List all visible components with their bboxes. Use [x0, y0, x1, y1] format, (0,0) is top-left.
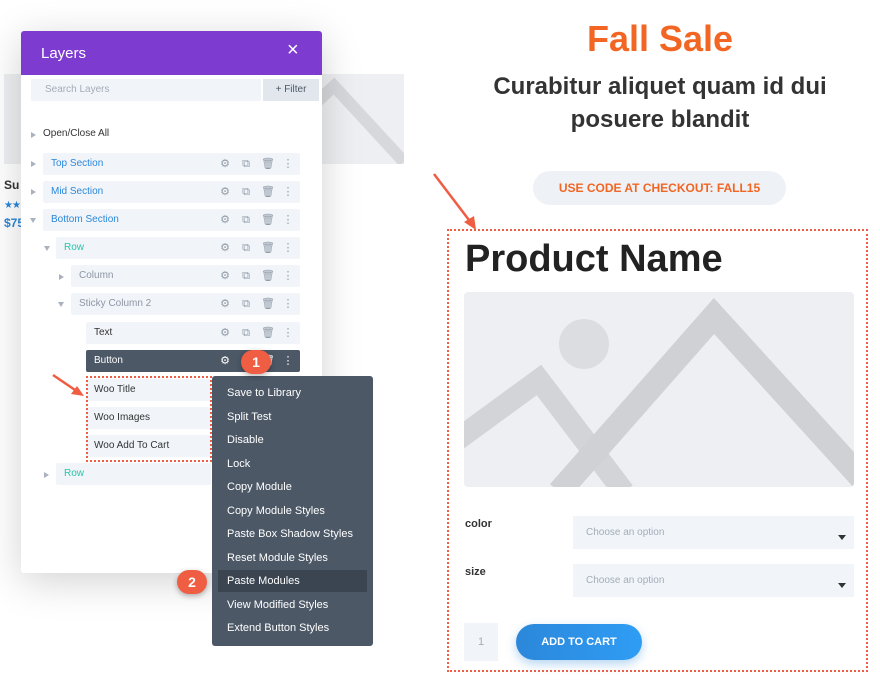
- trash-icon[interactable]: 🗑: [261, 265, 275, 287]
- chevron-down-icon: [838, 535, 846, 540]
- more-icon[interactable]: ⋮: [282, 293, 294, 315]
- gear-icon[interactable]: ⚙: [219, 265, 231, 287]
- trash-icon[interactable]: 🗑: [261, 209, 275, 231]
- gear-icon[interactable]: ⚙: [219, 153, 231, 175]
- size-select-placeholder: Choose an option: [586, 575, 665, 586]
- layer-mid-section[interactable]: Mid Section ⚙ ⧉ 🗑 ⋮: [43, 181, 300, 203]
- layer-label: Text: [94, 327, 113, 338]
- sale-subheadline: Curabitur aliquet quam id dui posuere bl…: [493, 73, 827, 133]
- product-image-placeholder: [464, 292, 854, 487]
- trash-icon[interactable]: 🗑: [261, 237, 275, 259]
- color-label: color: [465, 518, 492, 530]
- mountain-image-icon: [464, 298, 854, 487]
- menu-item-copy-module-styles[interactable]: Copy Module Styles: [218, 500, 367, 522]
- layers-panel-header: Layers ×: [21, 31, 322, 75]
- layer-row-2[interactable]: Row: [56, 463, 211, 485]
- gear-icon[interactable]: ⚙: [219, 322, 231, 344]
- layer-top-section[interactable]: Top Section ⚙ ⧉ 🗑 ⋮: [43, 153, 300, 175]
- background-rating-stars: ★★: [4, 200, 21, 211]
- expand-triangle-icon[interactable]: [59, 274, 64, 280]
- more-icon[interactable]: ⋮: [282, 322, 294, 344]
- add-to-cart-button[interactable]: ADD TO CART: [516, 624, 642, 660]
- duplicate-icon[interactable]: ⧉: [240, 293, 252, 315]
- collapse-triangle-icon[interactable]: [30, 218, 36, 223]
- context-menu: Save to Library Split Test Disable Lock …: [212, 376, 373, 646]
- layer-sticky-column-2[interactable]: Sticky Column 2 ⚙ ⧉ 🗑 ⋮: [71, 293, 300, 315]
- trash-icon[interactable]: 🗑: [261, 293, 275, 315]
- layer-bottom-section[interactable]: Bottom Section ⚙ ⧉ 🗑 ⋮: [43, 209, 300, 231]
- chevron-down-icon: [838, 583, 846, 588]
- color-select[interactable]: Choose an option: [573, 516, 854, 549]
- expand-triangle-icon[interactable]: [31, 161, 36, 167]
- trash-icon[interactable]: 🗑: [261, 153, 275, 175]
- menu-item-lock[interactable]: Lock: [218, 453, 367, 475]
- menu-item-split-test[interactable]: Split Test: [218, 406, 367, 428]
- step-2-badge: 2: [177, 570, 207, 594]
- layers-panel-title: Layers: [41, 45, 87, 62]
- background-product-title: Su: [4, 178, 20, 192]
- filter-button[interactable]: + Filter: [263, 79, 319, 101]
- size-label: size: [465, 566, 486, 578]
- layer-label: Mid Section: [51, 186, 104, 197]
- color-select-placeholder: Choose an option: [586, 527, 665, 538]
- layer-column[interactable]: Column ⚙ ⧉ 🗑 ⋮: [71, 265, 300, 287]
- layer-label: Button: [94, 355, 123, 366]
- menu-item-paste-modules[interactable]: Paste Modules: [218, 570, 367, 592]
- expand-triangle-icon[interactable]: [31, 189, 36, 195]
- duplicate-icon[interactable]: ⧉: [240, 322, 252, 344]
- gear-icon[interactable]: ⚙: [219, 237, 231, 259]
- more-icon[interactable]: ⋮: [282, 350, 294, 372]
- annotation-arrow-icon: [52, 373, 84, 396]
- more-icon[interactable]: ⋮: [282, 209, 294, 231]
- size-select[interactable]: Choose an option: [573, 564, 854, 597]
- layer-label: Column: [79, 270, 114, 281]
- duplicate-icon[interactable]: ⧉: [240, 209, 252, 231]
- open-close-all[interactable]: Open/Close All: [43, 128, 109, 139]
- more-icon[interactable]: ⋮: [282, 181, 294, 203]
- step-1-badge: 1: [241, 350, 271, 374]
- layer-row[interactable]: Row ⚙ ⧉ 🗑 ⋮: [56, 237, 300, 259]
- woo-modules-highlight-box: [86, 376, 212, 462]
- annotation-arrow-icon: [433, 173, 476, 230]
- trash-icon[interactable]: 🗑: [261, 322, 275, 344]
- search-layers-input[interactable]: Search Layers: [31, 79, 261, 101]
- sale-headline: Fall Sale: [586, 18, 734, 59]
- gear-icon[interactable]: ⚙: [219, 293, 231, 315]
- collapse-triangle-icon[interactable]: [58, 302, 64, 307]
- menu-item-view-modified-styles[interactable]: View Modified Styles: [218, 594, 367, 616]
- layer-label: Bottom Section: [51, 214, 119, 225]
- menu-item-disable[interactable]: Disable: [218, 429, 367, 451]
- expand-triangle-icon[interactable]: [44, 472, 49, 478]
- more-icon[interactable]: ⋮: [282, 265, 294, 287]
- duplicate-icon[interactable]: ⧉: [240, 181, 252, 203]
- layer-label: Top Section: [51, 158, 104, 169]
- layer-label: Row: [64, 468, 85, 479]
- gear-icon[interactable]: ⚙: [219, 209, 231, 231]
- more-icon[interactable]: ⋮: [282, 237, 294, 259]
- menu-item-save-to-library[interactable]: Save to Library: [218, 382, 367, 404]
- more-icon[interactable]: ⋮: [282, 153, 294, 175]
- trash-icon[interactable]: 🗑: [261, 181, 275, 203]
- layer-label: Sticky Column 2: [79, 298, 152, 309]
- menu-item-extend-button-styles[interactable]: Extend Button Styles: [218, 617, 367, 639]
- gear-icon[interactable]: ⚙: [219, 350, 231, 372]
- duplicate-icon[interactable]: ⧉: [240, 237, 252, 259]
- collapse-triangle-icon[interactable]: [44, 246, 50, 251]
- menu-item-copy-module[interactable]: Copy Module: [218, 476, 367, 498]
- promo-code-banner: USE CODE AT CHECKOUT: FALL15: [533, 171, 786, 205]
- duplicate-icon[interactable]: ⧉: [240, 265, 252, 287]
- expand-triangle-icon[interactable]: [31, 132, 36, 138]
- close-icon[interactable]: ×: [287, 39, 299, 62]
- menu-item-paste-box-shadow-styles[interactable]: Paste Box Shadow Styles: [218, 523, 367, 545]
- layer-text[interactable]: Text ⚙ ⧉ 🗑 ⋮: [86, 322, 300, 344]
- menu-item-reset-module-styles[interactable]: Reset Module Styles: [218, 547, 367, 569]
- layer-label: Row: [64, 242, 85, 253]
- duplicate-icon[interactable]: ⧉: [240, 153, 252, 175]
- quantity-input[interactable]: 1: [464, 623, 498, 661]
- gear-icon[interactable]: ⚙: [219, 181, 231, 203]
- product-name: Product Name: [465, 238, 723, 280]
